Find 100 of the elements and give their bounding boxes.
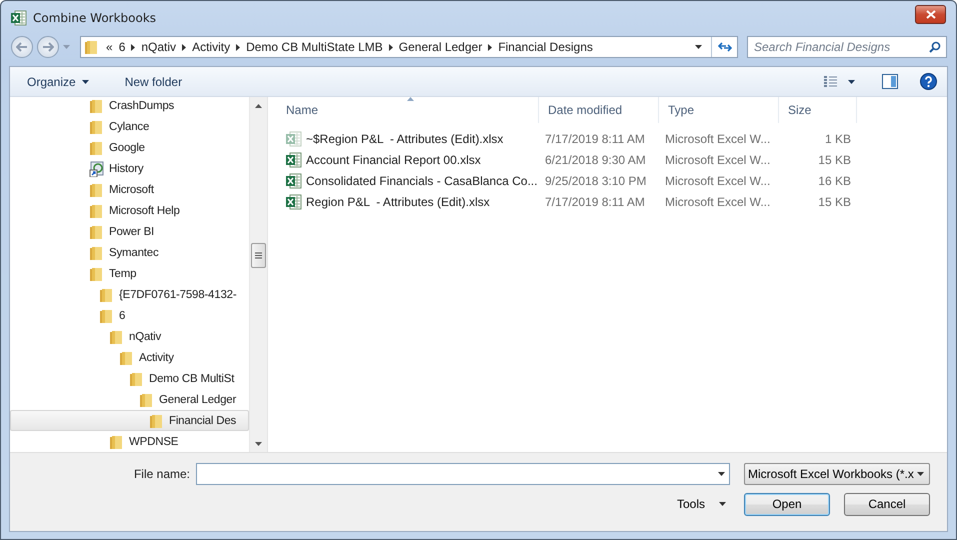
folder-icon [89,182,105,198]
forward-button[interactable] [37,36,59,58]
tree-item[interactable]: Microsoft [10,179,249,200]
chevron-icon [388,44,393,50]
folder-icon [89,98,105,114]
file-type: Microsoft Excel W... [664,174,772,188]
open-button[interactable]: Open [744,492,830,516]
tree-item[interactable]: {E7DF0761-7598-4132- [10,284,249,305]
column-header[interactable]: Date modified [539,97,659,123]
file-type: Microsoft Excel W... [664,152,772,166]
caret-icon [718,472,725,476]
date-modified: 7/17/2019 8:11 AM [544,194,646,208]
column-header[interactable]: Size [779,97,857,123]
close-button[interactable] [915,5,946,24]
tools-menu[interactable]: Tools [676,489,730,519]
tree-item[interactable]: Google [10,137,249,158]
shortcut-icon [89,160,105,176]
back-button[interactable] [11,36,33,58]
chevron-icon [488,44,492,50]
tree-item[interactable]: WPDNSE [10,431,249,452]
file-size: 16 KB [817,174,852,188]
tree-item[interactable]: Symantec [10,242,249,263]
search-field[interactable]: Search Financial Designs [747,36,947,58]
date-modified: 6/21/2018 9:30 AM [544,152,647,166]
folder-icon [84,39,100,55]
folder-icon [89,266,105,282]
caret-icon [917,472,924,476]
tree-item[interactable]: 6 [10,305,249,326]
folder-icon [99,286,115,302]
column-header[interactable]: Type [659,97,779,123]
tree-item[interactable]: Financial Des [10,410,249,431]
folder-icon [109,328,125,344]
file-name[interactable]: ~$Region P&L - Attributes (Edit).xlsx [306,132,504,146]
tree-item[interactable]: CrashDumps [10,97,249,116]
file-name-field[interactable] [196,463,730,485]
arrow-left-icon [16,42,28,52]
scroll-up-icon [255,104,262,108]
list-view-icon [823,75,838,88]
file-type: Microsoft Excel W... [664,132,772,146]
folder-icon [149,412,165,428]
cancel-button[interactable]: Cancel [844,492,930,516]
file-size: 15 KB [817,194,852,208]
caret-icon [82,80,89,84]
folder-icon [99,308,115,324]
help-icon[interactable] [920,73,937,90]
overflow-chevron[interactable]: « [106,40,113,54]
file-name[interactable]: Account Financial Report 00.xlsx [306,152,481,166]
chevron-icon [182,44,186,50]
tree-item[interactable]: nQativ [10,326,249,347]
tree-item[interactable]: Temp [10,263,249,284]
new-folder-button[interactable]: New folder [120,72,188,90]
breadcrumb[interactable]: Activity [192,40,230,54]
preview-pane-icon[interactable] [882,74,898,89]
address-bar[interactable]: « 6 nQativ Activity Demo CB MultiState LMB General Ledger Financial Designs [80,36,738,58]
date-modified: 7/17/2019 8:11 AM [544,132,646,146]
tree-item[interactable]: Cylance [10,116,249,137]
scroll-down-icon [255,442,262,446]
file-name-label: File name: [134,467,190,481]
file-size: 15 KB [817,152,852,166]
folder-icon [129,370,145,386]
folder-icon [89,140,105,156]
tree-item[interactable]: Activity [10,347,249,368]
chevron-icon [236,44,240,50]
file-size: 1 KB [824,132,852,146]
search-icon [929,41,941,53]
grip-icon [255,252,262,259]
tree-item[interactable]: General Ledger [10,389,249,410]
arrow-right-icon [42,42,54,52]
chevron-icon [131,44,136,50]
folder-icon [89,118,105,134]
refresh-icon [718,41,732,53]
folder-icon [89,202,105,218]
breadcrumb[interactable]: 6 [118,40,126,54]
caret-icon [719,502,726,506]
file-name[interactable]: Region P&L - Attributes (Edit).xlsx [306,194,490,208]
file-name[interactable]: Consolidated Financials - CasaBlanca Co... [306,174,538,188]
breadcrumb[interactable]: Financial Designs [498,40,593,54]
breadcrumb[interactable]: General Ledger [398,40,482,54]
folder-icon [109,434,125,450]
tree-item[interactable]: Demo CB MultiSt [10,368,249,389]
tree-item[interactable]: History [10,158,249,179]
folder-icon [89,244,105,260]
scrollbar[interactable] [249,97,267,452]
organize-menu[interactable]: Organize [22,72,94,90]
folder-icon [89,224,105,240]
breadcrumb[interactable]: nQativ [141,40,176,54]
window-title: Combine Workbooks [33,10,158,24]
folder-icon [139,392,155,408]
close-icon [926,10,936,19]
caret-icon [848,80,855,84]
tree-item[interactable]: Power BI [10,221,249,242]
file-type: Microsoft Excel W... [664,194,772,208]
date-modified: 9/25/2018 3:10 PM [544,174,648,188]
caret-icon[interactable] [695,45,702,49]
file-type-dropdown[interactable]: Microsoft Excel Workbooks (*.x [744,463,930,485]
folder-icon [119,350,135,366]
excel-icon [11,10,27,26]
tree-item[interactable]: Microsoft Help [10,200,249,221]
breadcrumb[interactable]: Demo CB MultiState LMB [246,40,383,54]
column-header[interactable]: Name [277,97,539,123]
